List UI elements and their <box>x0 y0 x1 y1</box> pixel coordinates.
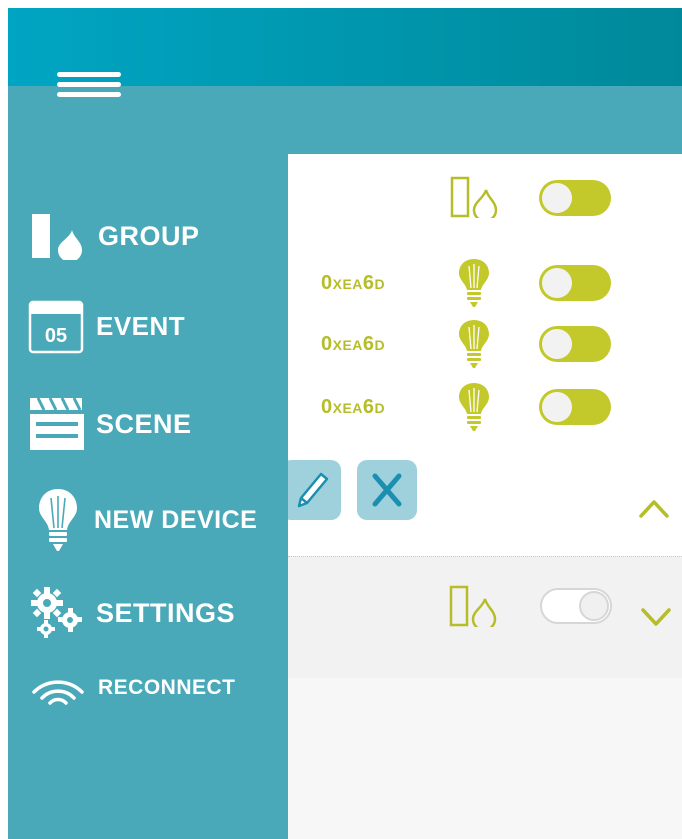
hamburger-icon[interactable] <box>57 72 121 98</box>
group-toggle[interactable] <box>539 180 611 216</box>
calendar-day: 05 <box>45 325 67 347</box>
sidebar-item-new-device[interactable]: NEW DEVICE <box>38 488 257 552</box>
device-id: 0XEA6D <box>321 272 386 294</box>
sidebar-item-group[interactable]: GROUP <box>30 212 200 260</box>
bulb-icon <box>459 383 489 431</box>
group-icon <box>449 585 497 627</box>
list-empty-area <box>288 678 682 839</box>
delete-icon <box>372 473 402 507</box>
gears-icon <box>31 587 82 638</box>
wifi-icon <box>32 680 84 705</box>
sidebar-item-label: NEW DEVICE <box>94 505 258 534</box>
group-icon <box>32 214 82 260</box>
sidebar-item-label: SCENE <box>96 408 192 439</box>
sidebar-item-label: EVENT <box>96 310 186 341</box>
clapperboard-icon <box>30 397 84 450</box>
edit-icon <box>297 472 329 508</box>
sidebar-item-label: SETTINGS <box>96 597 236 628</box>
bulb-icon <box>39 489 77 551</box>
sidebar-item-label: RECONNECT <box>98 676 236 699</box>
group-toggle[interactable] <box>540 588 612 624</box>
device-toggle[interactable] <box>539 265 611 301</box>
device-toggle[interactable] <box>539 389 611 425</box>
group-icon <box>450 176 498 218</box>
sidebar-item-scene[interactable]: SCENE <box>28 396 192 452</box>
edit-button[interactable] <box>281 460 341 520</box>
sidebar-item-reconnect[interactable]: RECONNECT <box>30 670 236 706</box>
sidebar-item-event[interactable]: 05 EVENT <box>28 298 185 354</box>
chevron-up-icon[interactable] <box>638 496 670 520</box>
sidebar-item-settings[interactable]: SETTINGS <box>30 586 235 640</box>
device-id: 0XEA6D <box>321 396 386 418</box>
chevron-down-icon[interactable] <box>640 606 672 630</box>
bulb-icon <box>459 259 489 307</box>
bulb-icon <box>459 320 489 368</box>
calendar-icon: 05 <box>28 300 84 354</box>
side-drawer: GROUP 05 EVENT SCENE NEW DEVICE SETTINGS… <box>8 154 288 839</box>
sidebar-item-label: GROUP <box>98 220 200 251</box>
delete-button[interactable] <box>357 460 417 520</box>
device-toggle[interactable] <box>539 326 611 362</box>
device-id: 0XEA6D <box>321 333 386 355</box>
